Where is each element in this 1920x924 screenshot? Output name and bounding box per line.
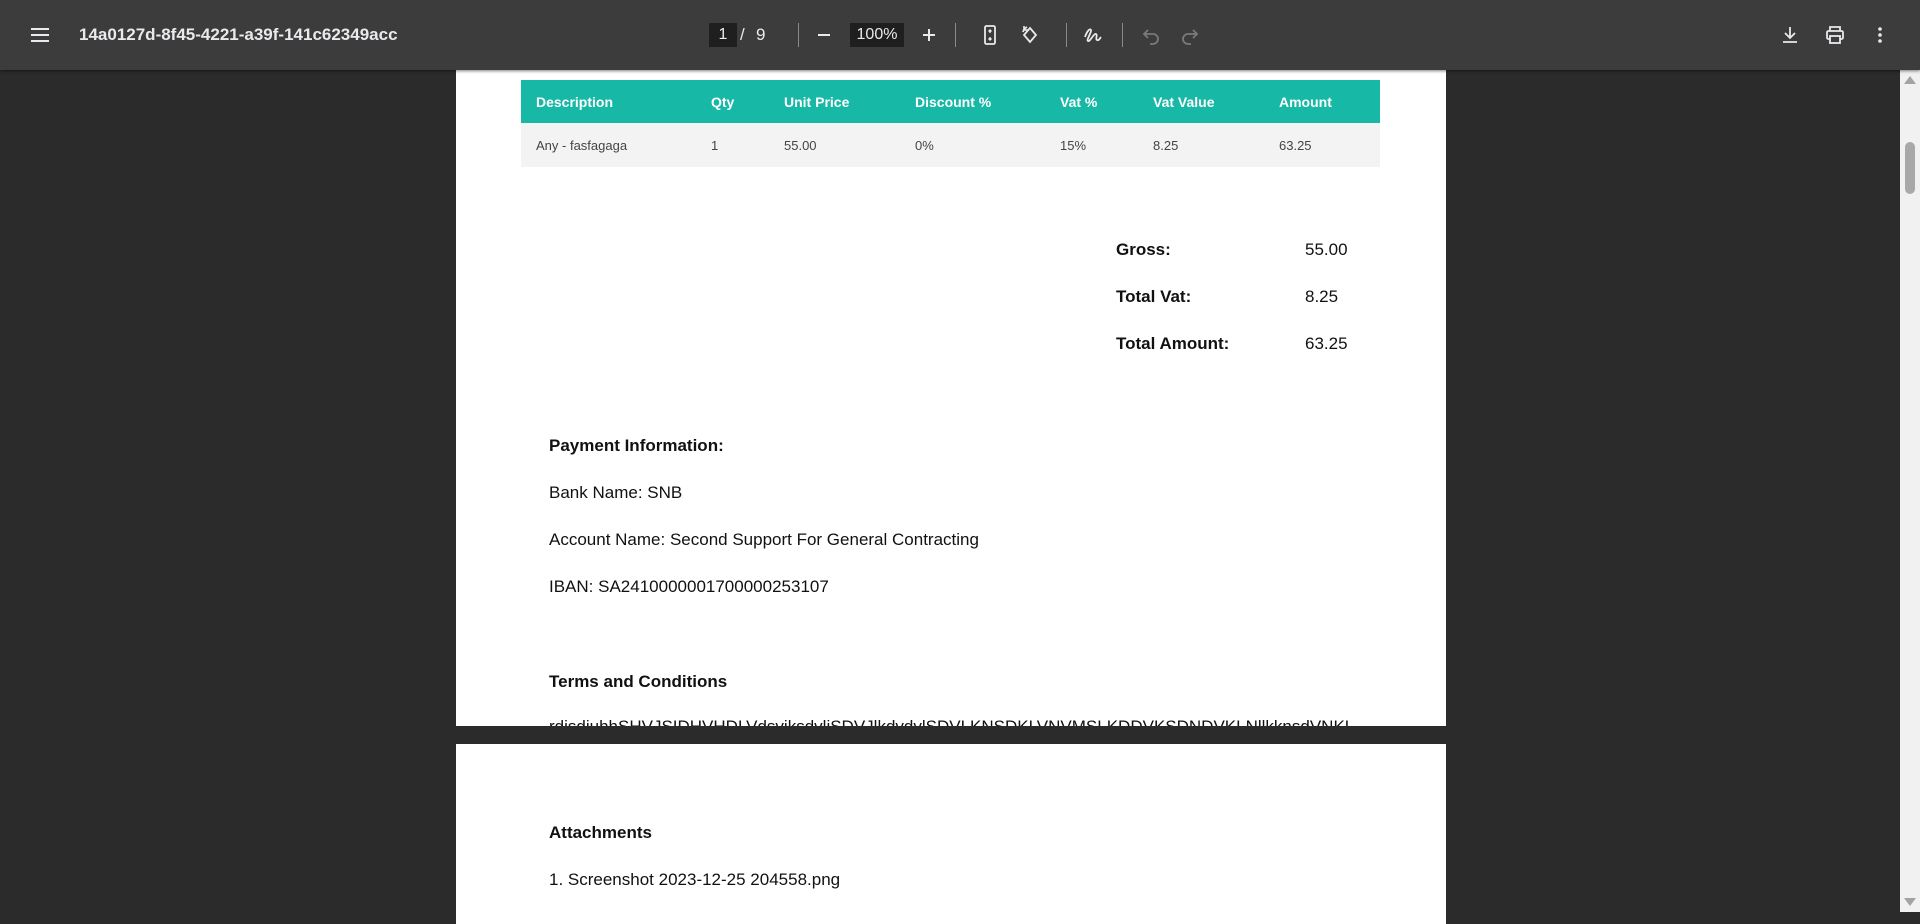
- page-number-input[interactable]: [709, 23, 737, 47]
- table-cell: 63.25: [1264, 123, 1380, 167]
- vertical-scrollbar[interactable]: [1900, 70, 1920, 912]
- page-total: 9: [756, 25, 766, 44]
- table-cell: 8.25: [1138, 123, 1264, 167]
- toolbar-divider: [955, 23, 956, 47]
- rotate-counterclockwise-icon[interactable]: [1010, 15, 1050, 55]
- table-cell: Any - fasfagaga: [521, 123, 696, 167]
- fit-to-page-icon[interactable]: [970, 15, 1010, 55]
- download-icon[interactable]: [1770, 15, 1810, 55]
- payment-heading: Payment Information:: [549, 436, 724, 455]
- terms-heading: Terms and Conditions: [549, 672, 728, 691]
- toolbar-divider: [1066, 23, 1067, 47]
- invoice-table: Description Qty Unit Price Discount % Va…: [521, 80, 1380, 167]
- table-cell: 0%: [900, 123, 1045, 167]
- column-header: Description: [521, 80, 696, 123]
- terms-text: rdjsdjuhhSHVJSIDHVHDLVdsvjksdvljSDVJlkdv…: [549, 717, 1349, 726]
- pdf-toolbar: 14a0127d-8f45-4221-a39f-141c62349acc / 9: [0, 0, 1920, 70]
- scroll-up-arrow-icon[interactable]: [1904, 76, 1916, 84]
- print-icon[interactable]: [1815, 15, 1855, 55]
- column-header: Amount: [1264, 80, 1380, 123]
- column-header: Vat %: [1045, 80, 1138, 123]
- column-header: Unit Price: [769, 80, 900, 123]
- total-vat-value: 8.25: [1305, 287, 1339, 306]
- scrollbar-thumb[interactable]: [1905, 142, 1915, 194]
- table-cell: 1: [696, 123, 769, 167]
- pdf-page: Attachments 1. Screenshot 2023-12-25 204…: [456, 744, 1446, 924]
- bank-name: Bank Name: SNB: [549, 483, 683, 502]
- column-header: Qty: [696, 80, 769, 123]
- account-name: Account Name: Second Support For General…: [549, 530, 979, 549]
- undo-icon[interactable]: [1131, 15, 1171, 55]
- total-vat-row: Total Vat: 8.25: [1116, 287, 1416, 334]
- gross-label: Gross:: [1116, 240, 1171, 259]
- table-cell: 55.00: [769, 123, 900, 167]
- total-amount-label: Total Amount:: [1116, 334, 1230, 353]
- table-header-row: Description Qty Unit Price Discount % Va…: [521, 80, 1380, 123]
- menu-icon[interactable]: [20, 15, 60, 55]
- redo-icon[interactable]: [1170, 15, 1210, 55]
- column-header: Discount %: [900, 80, 1045, 123]
- attachment-item[interactable]: 1. Screenshot 2023-12-25 204558.png: [549, 870, 840, 890]
- zoom-in-icon[interactable]: [909, 15, 949, 55]
- total-amount-row: Total Amount: 63.25: [1116, 334, 1416, 381]
- table-cell: 15%: [1045, 123, 1138, 167]
- iban: IBAN: SA2410000001700000253107: [549, 577, 829, 596]
- more-vertical-icon[interactable]: [1860, 15, 1900, 55]
- zoom-input[interactable]: [850, 23, 904, 47]
- attachments-heading: Attachments: [549, 823, 652, 842]
- total-vat-label: Total Vat:: [1116, 287, 1192, 306]
- column-header: Vat Value: [1138, 80, 1264, 123]
- gross-value: 55.00: [1305, 240, 1348, 259]
- table-row: Any - fasfagaga 1 55.00 0% 15% 8.25 63.2…: [521, 123, 1380, 167]
- scroll-down-arrow-icon[interactable]: [1904, 898, 1916, 906]
- pdf-page: Description Qty Unit Price Discount % Va…: [456, 70, 1446, 726]
- toolbar-divider: [798, 23, 799, 47]
- toolbar-divider: [1122, 23, 1123, 47]
- document-title: 14a0127d-8f45-4221-a39f-141c62349acc: [79, 25, 398, 44]
- page-separator: /: [740, 25, 745, 44]
- gross-row: Gross: 55.00: [1116, 240, 1416, 287]
- totals-block: Gross: 55.00 Total Vat: 8.25 Total Amoun…: [1116, 240, 1416, 381]
- zoom-out-icon[interactable]: [804, 15, 844, 55]
- total-amount-value: 63.25: [1305, 334, 1348, 353]
- draw-annotation-icon[interactable]: [1073, 15, 1113, 55]
